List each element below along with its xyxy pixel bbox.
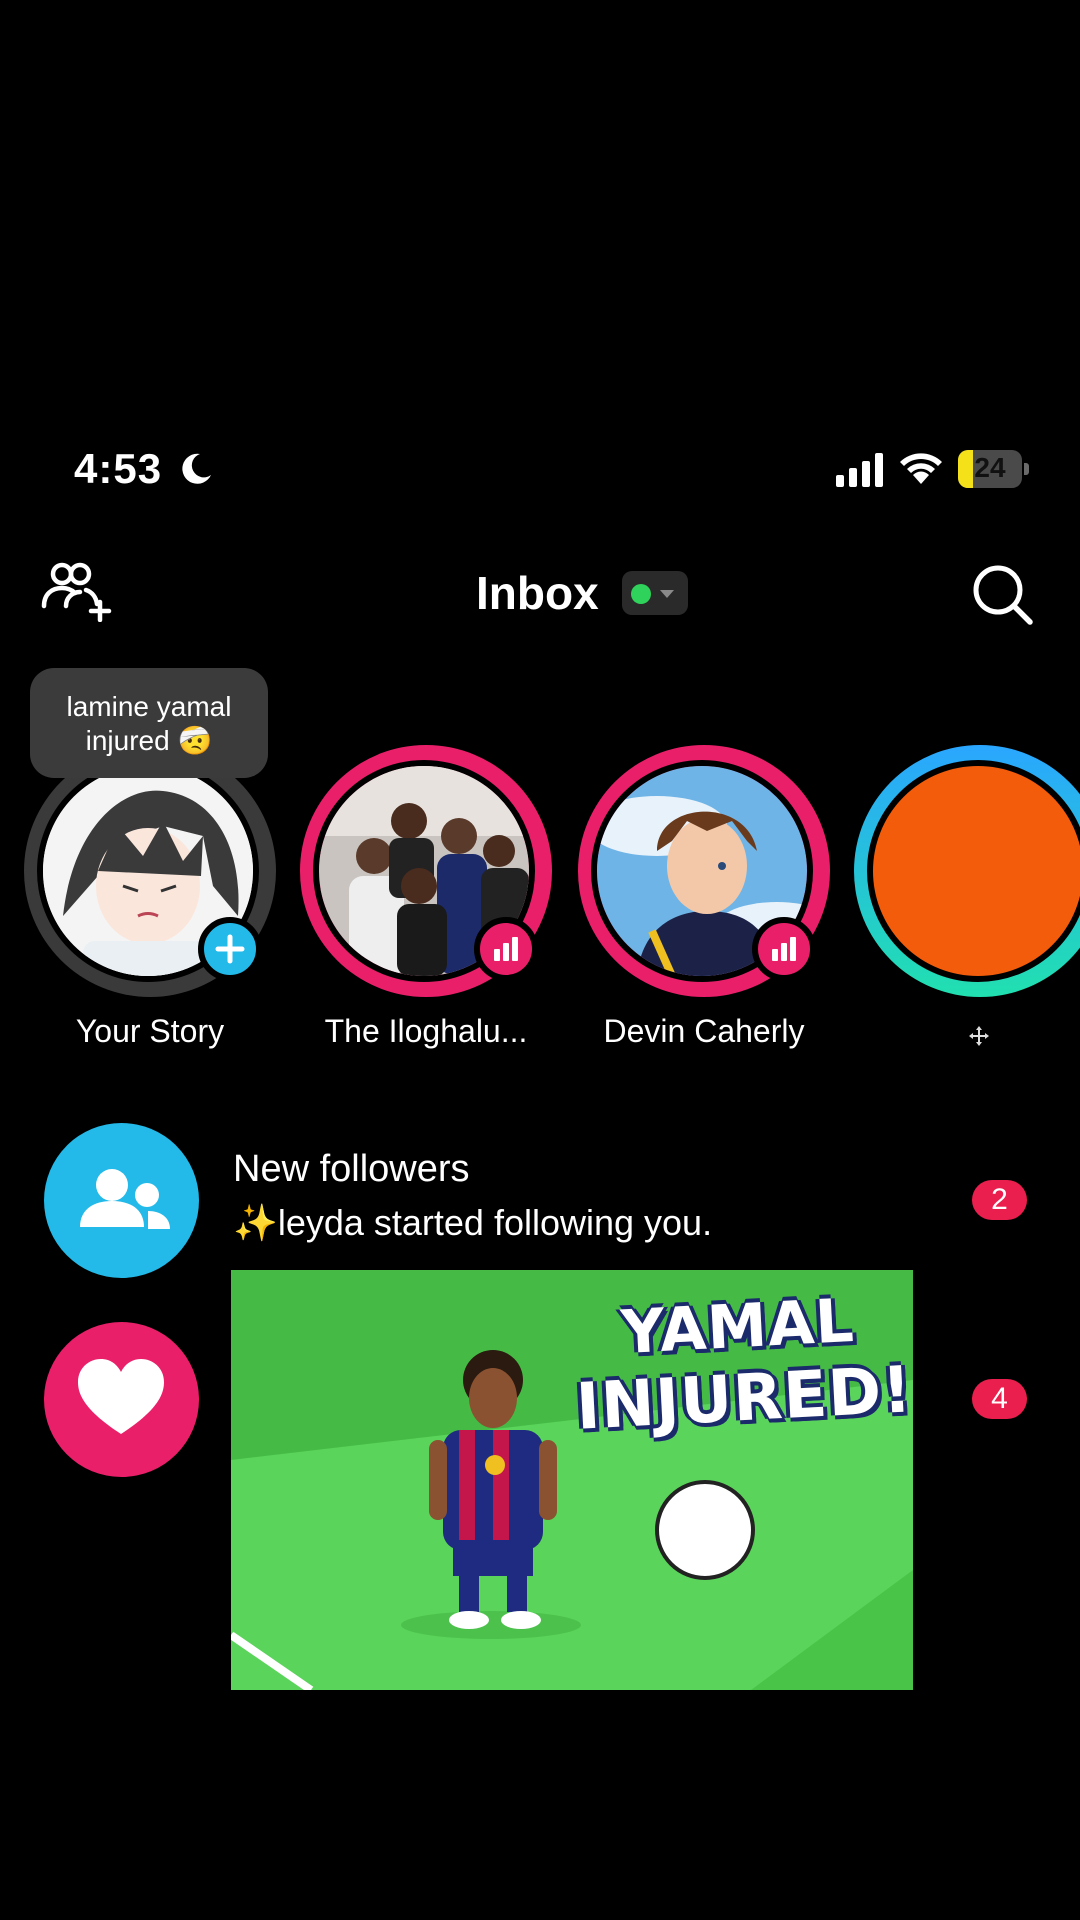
wifi-icon [900, 453, 942, 484]
story-unnamed[interactable] [852, 745, 1080, 1055]
avatar [867, 760, 1080, 982]
story-name: Your Story [75, 1013, 225, 1049]
tooltip-line-2: injured 🤕 [85, 725, 213, 756]
status-time: 4:53 [74, 445, 163, 492]
floating-video-player[interactable]: YAMAL INJURED! [231, 1270, 913, 1690]
activity-count-badge: 4 [972, 1379, 1027, 1419]
story-name: The Iloghalu... [324, 1013, 528, 1049]
battery-indicator: 24 [958, 450, 1030, 488]
battery-percent: 24 [974, 452, 1006, 483]
video-headline-line-1: YAMAL [619, 1285, 857, 1369]
new-followers-count-badge: 2 [972, 1180, 1027, 1220]
search-icon[interactable] [970, 562, 1034, 626]
tooltip-line-1: lamine yamal [66, 691, 232, 722]
activity-row-icon[interactable] [44, 1322, 199, 1477]
story-name: Devin Caherly [603, 1013, 805, 1049]
signal-icon [836, 453, 883, 487]
new-followers-title[interactable]: New followers [233, 1148, 470, 1191]
new-followers-subtitle[interactable]: ✨leyda started following you. [233, 1202, 712, 1244]
story-the-iloghalu[interactable]: The Iloghalu... [298, 745, 554, 1055]
move-icon [969, 1026, 989, 1046]
story-devin-caherly[interactable]: Devin Caherly [576, 745, 832, 1055]
online-status-dot [631, 584, 651, 604]
chevron-down-icon [660, 590, 674, 598]
online-status-toggle[interactable] [622, 571, 688, 615]
followers-icon [80, 1169, 170, 1229]
story-tooltip: lamine yamal injured 🤕 [30, 668, 268, 778]
live-badge [474, 917, 538, 981]
moon-icon [182, 453, 211, 484]
add-story-button[interactable] [198, 917, 262, 981]
page-title: Inbox [476, 567, 599, 619]
new-followers-row-icon[interactable] [44, 1123, 199, 1278]
top-letterbox [0, 0, 1080, 400]
story-your-story[interactable]: Your Story [22, 745, 278, 1055]
add-friends-icon[interactable] [40, 560, 118, 622]
live-badge [752, 917, 816, 981]
heart-icon [78, 1359, 164, 1434]
